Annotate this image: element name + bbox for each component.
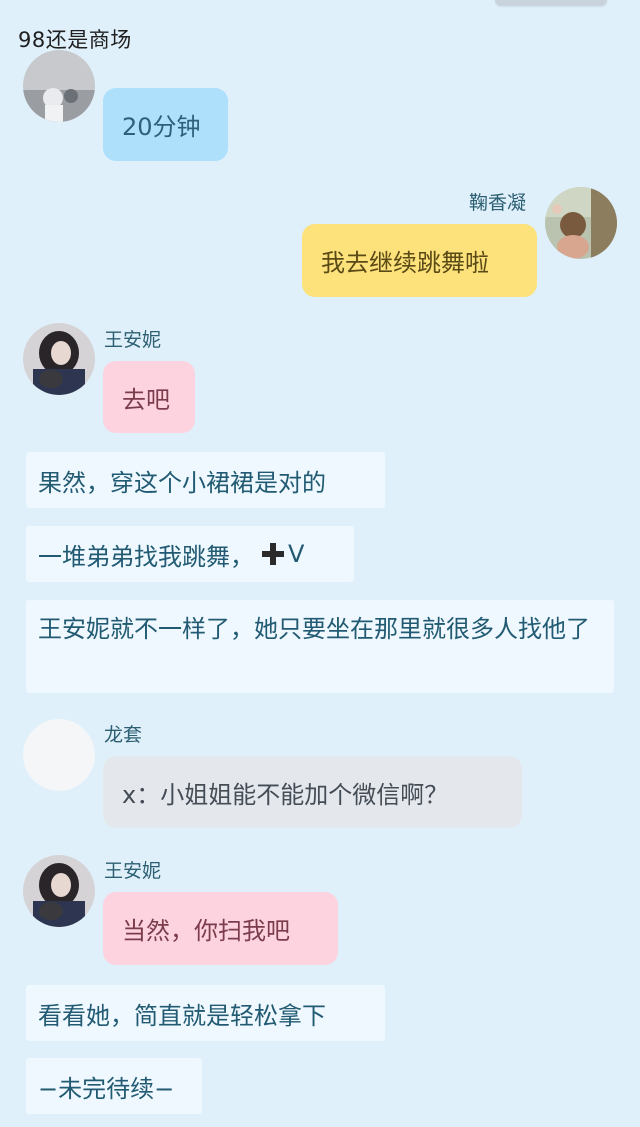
- top-handle: [495, 0, 607, 6]
- avatar[interactable]: [23, 855, 95, 927]
- narration-text: −未完待续−: [26, 1058, 202, 1114]
- page-title: 98还是商场: [18, 28, 132, 52]
- plus-icon: [262, 543, 284, 565]
- chat-bubble: x：小姐姐能不能加个微信啊？: [103, 756, 522, 828]
- narration-text: 王安妮就不一样了，她只要坐在那里就很多人找他了: [26, 600, 614, 693]
- narration-text: 一堆弟弟找我跳舞， V: [26, 526, 354, 582]
- narration-text: 果然，穿这个小裙裙是对的: [26, 452, 385, 508]
- avatar[interactable]: [23, 323, 95, 395]
- chat-bubble: 20分钟: [103, 88, 228, 161]
- sender-name: 王安妮: [104, 860, 162, 882]
- chat-bubble: 我去继续跳舞啦: [302, 224, 537, 297]
- chat-bubble: 当然，你扫我吧: [103, 892, 338, 965]
- avatar[interactable]: [23, 50, 95, 122]
- narration-text-part: 一堆弟弟找我跳舞，: [38, 542, 254, 571]
- chat-bubble: 去吧: [103, 361, 195, 433]
- narration-text-part: V: [288, 540, 305, 568]
- sender-name: 龙套: [104, 724, 143, 746]
- sender-name: 王安妮: [104, 329, 162, 351]
- avatar[interactable]: [545, 187, 617, 259]
- sender-name: 鞠香凝: [469, 192, 527, 214]
- avatar[interactable]: [23, 719, 95, 791]
- narration-text: 看看她，简直就是轻松拿下: [26, 985, 385, 1041]
